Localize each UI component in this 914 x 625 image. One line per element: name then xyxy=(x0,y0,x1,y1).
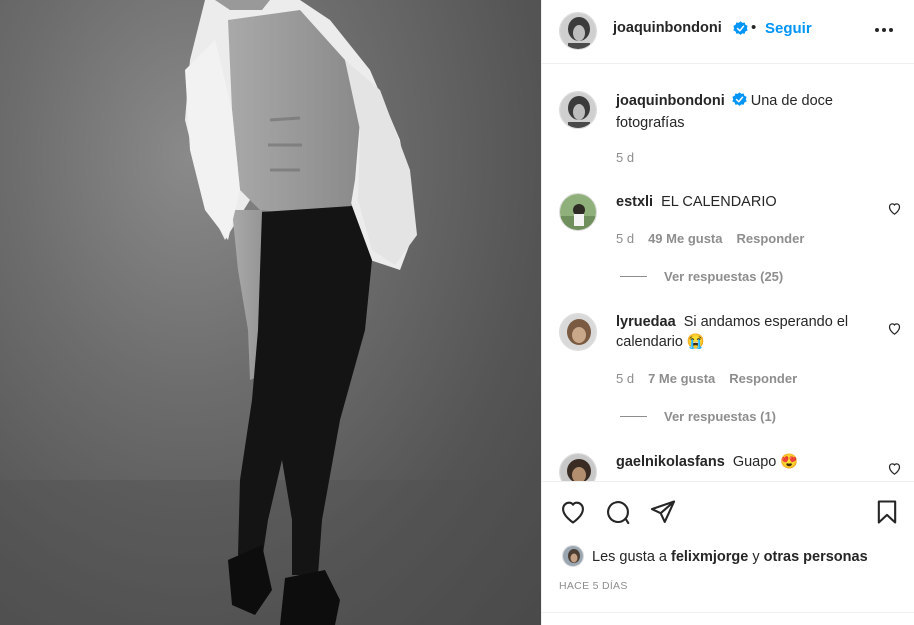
caption-text-block: joaquinbondoni Una de doce fotografías xyxy=(616,91,871,133)
more-icon[interactable] xyxy=(874,22,894,43)
verified-icon xyxy=(732,92,747,113)
comment-text: Guapo 😍 xyxy=(732,454,799,470)
view-replies-label: Ver respuestas (1) xyxy=(664,409,777,424)
liker-avatar[interactable] xyxy=(562,545,584,567)
comment-username[interactable]: gaelnikolasfans xyxy=(616,454,725,470)
post-photo[interactable] xyxy=(0,0,541,625)
post-panel: joaquinbondoni • Seguir joaquinbondoni U… xyxy=(541,0,914,625)
replies-divider xyxy=(620,416,647,417)
reply-button[interactable]: Responder xyxy=(729,371,797,386)
comment-like-icon[interactable] xyxy=(887,461,902,481)
photo-figure xyxy=(0,0,541,625)
comment-time[interactable]: 5 d xyxy=(616,231,634,246)
post-time-ago[interactable]: HACE 5 DÍAS xyxy=(559,580,628,592)
likes-middle: y xyxy=(748,549,764,565)
divider xyxy=(542,612,914,613)
comment-meta: 5 d 49 Me gusta Responder xyxy=(616,231,804,246)
comment-likes[interactable]: 7 Me gusta xyxy=(648,371,715,386)
comment-likes[interactable]: 49 Me gusta xyxy=(648,231,722,246)
comment-meta: 5 d 7 Me gusta Responder xyxy=(616,371,797,386)
comment-text-block: gaelnikolasfans Guapo 😍 xyxy=(616,452,871,472)
commenter-avatar[interactable] xyxy=(559,193,597,231)
comment-text-block: lyruedaa Si andamos esperando el calenda… xyxy=(616,312,866,352)
caption-username[interactable]: joaquinbondoni xyxy=(616,93,725,109)
header-separator: • xyxy=(751,19,757,36)
comment-text: EL CALENDARIO xyxy=(661,194,777,210)
liker-username[interactable]: felixmjorge xyxy=(671,549,748,565)
likes-summary[interactable]: Les gusta a felixmjorge y otras personas xyxy=(592,549,868,565)
likes-prefix: Les gusta a xyxy=(592,549,671,565)
comment-time[interactable]: 5 d xyxy=(616,371,634,386)
comment-username[interactable]: estxli xyxy=(616,194,653,210)
post-header: joaquinbondoni • Seguir xyxy=(542,0,914,64)
share-icon[interactable] xyxy=(649,498,677,531)
heart-icon[interactable] xyxy=(559,498,587,531)
comment-username[interactable]: lyruedaa xyxy=(616,314,676,330)
caption-time[interactable]: 5 d xyxy=(616,150,634,165)
follow-button[interactable]: Seguir xyxy=(765,20,812,37)
comment-text-block: estxli EL CALENDARIO xyxy=(616,192,871,212)
replies-divider xyxy=(620,276,647,277)
verified-icon xyxy=(733,21,748,41)
author-username[interactable]: joaquinbondoni xyxy=(613,20,722,36)
comment-like-icon[interactable] xyxy=(887,321,902,341)
reply-button[interactable]: Responder xyxy=(737,231,805,246)
post-actions: Les gusta a felixmjorge y otras personas… xyxy=(542,481,914,625)
author-avatar[interactable] xyxy=(559,12,597,50)
view-replies-button[interactable]: Ver respuestas (25) xyxy=(620,269,783,284)
bookmark-icon[interactable] xyxy=(873,498,901,531)
view-replies-button[interactable]: Ver respuestas (1) xyxy=(620,409,776,424)
comment-icon[interactable] xyxy=(604,498,632,531)
comment-like-icon[interactable] xyxy=(887,201,902,221)
caption-avatar[interactable] xyxy=(559,91,597,129)
likes-others[interactable]: otras personas xyxy=(764,549,868,565)
comments-list[interactable]: joaquinbondoni Una de doce fotografías 5… xyxy=(542,65,914,481)
commenter-avatar[interactable] xyxy=(559,453,597,481)
commenter-avatar[interactable] xyxy=(559,313,597,351)
view-replies-label: Ver respuestas (25) xyxy=(664,269,784,284)
